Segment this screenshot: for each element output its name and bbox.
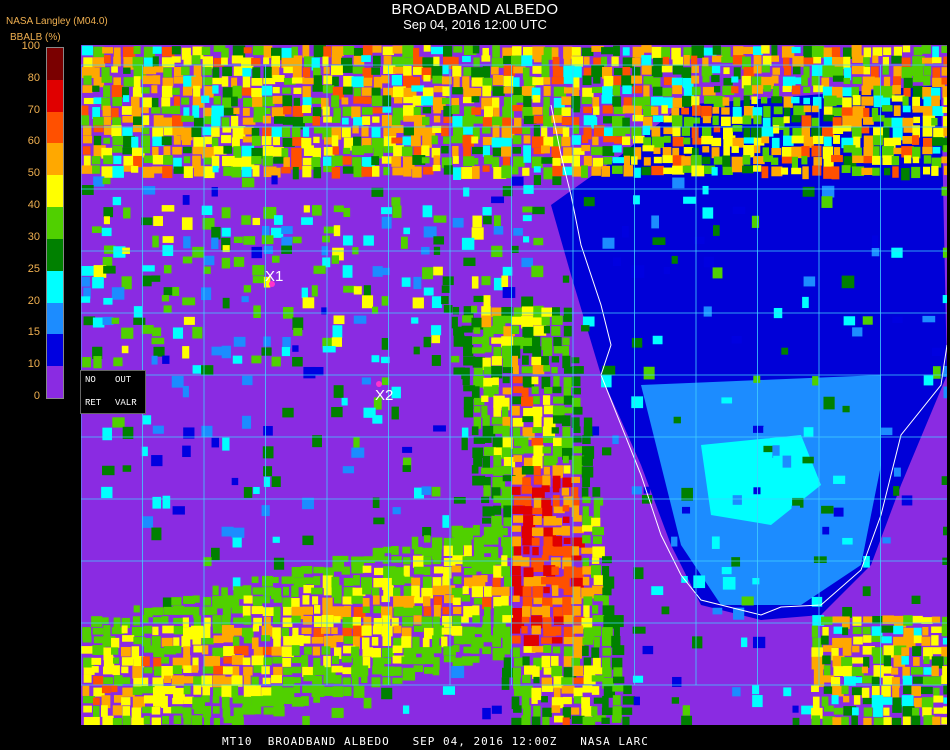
colorbar-tick: 60 (27, 135, 40, 148)
colorbar-tick: 30 (27, 230, 40, 243)
footer-caption: MT10 BROADBAND ALBEDO SEP 04, 2016 12:00… (222, 735, 649, 748)
data-source-label: NASA Langley (M04.0) (6, 16, 108, 27)
colorbar-segment (47, 270, 63, 304)
colorbar-segment (47, 111, 63, 144)
albedo-map-image (81, 45, 947, 725)
marker-x2[interactable]: X2 (375, 381, 394, 404)
map-title: BROADBAND ALBEDO (391, 1, 559, 18)
colorbar-segment (47, 48, 63, 81)
colorbar-segment (47, 79, 63, 113)
colorbar-segment (47, 175, 63, 208)
colorbar-tick: 20 (27, 294, 40, 307)
colorbar-segment (47, 143, 63, 176)
colorbar-tick: 10 (27, 358, 40, 371)
map-timestamp: Sep 04, 2016 12:00 UTC (403, 17, 547, 32)
colorbar-tick: 80 (27, 71, 40, 84)
marker-x2-label: X2 (375, 387, 394, 404)
colorbar-segment (47, 366, 63, 399)
albedo-map[interactable] (81, 45, 947, 725)
legend-ret: RET (85, 398, 102, 408)
legend-no: NO (85, 375, 96, 385)
colorbar-tick: 0 (33, 390, 40, 402)
colorbar-segment (47, 207, 63, 240)
colorbar-tick: 70 (27, 103, 40, 116)
colorbar-tick: 50 (27, 167, 40, 180)
marker-x1[interactable]: X1 (265, 268, 283, 287)
colorbar-tick: 25 (27, 262, 40, 275)
colorbar-segment (47, 302, 63, 335)
legend-valr: VALR (115, 398, 137, 408)
colorbar-tick: 40 (27, 199, 40, 212)
colorbar-tick: 100 (21, 40, 40, 52)
colorbar (46, 47, 64, 399)
colorbar-segment (47, 238, 63, 272)
marker-x2-dot (376, 381, 382, 387)
value-legend-box: NO OUT RET VALR (80, 370, 146, 414)
marker-x1-dot (269, 281, 275, 287)
colorbar-tick: 15 (27, 326, 40, 339)
colorbar-segment (47, 334, 63, 367)
legend-out: OUT (115, 375, 132, 385)
